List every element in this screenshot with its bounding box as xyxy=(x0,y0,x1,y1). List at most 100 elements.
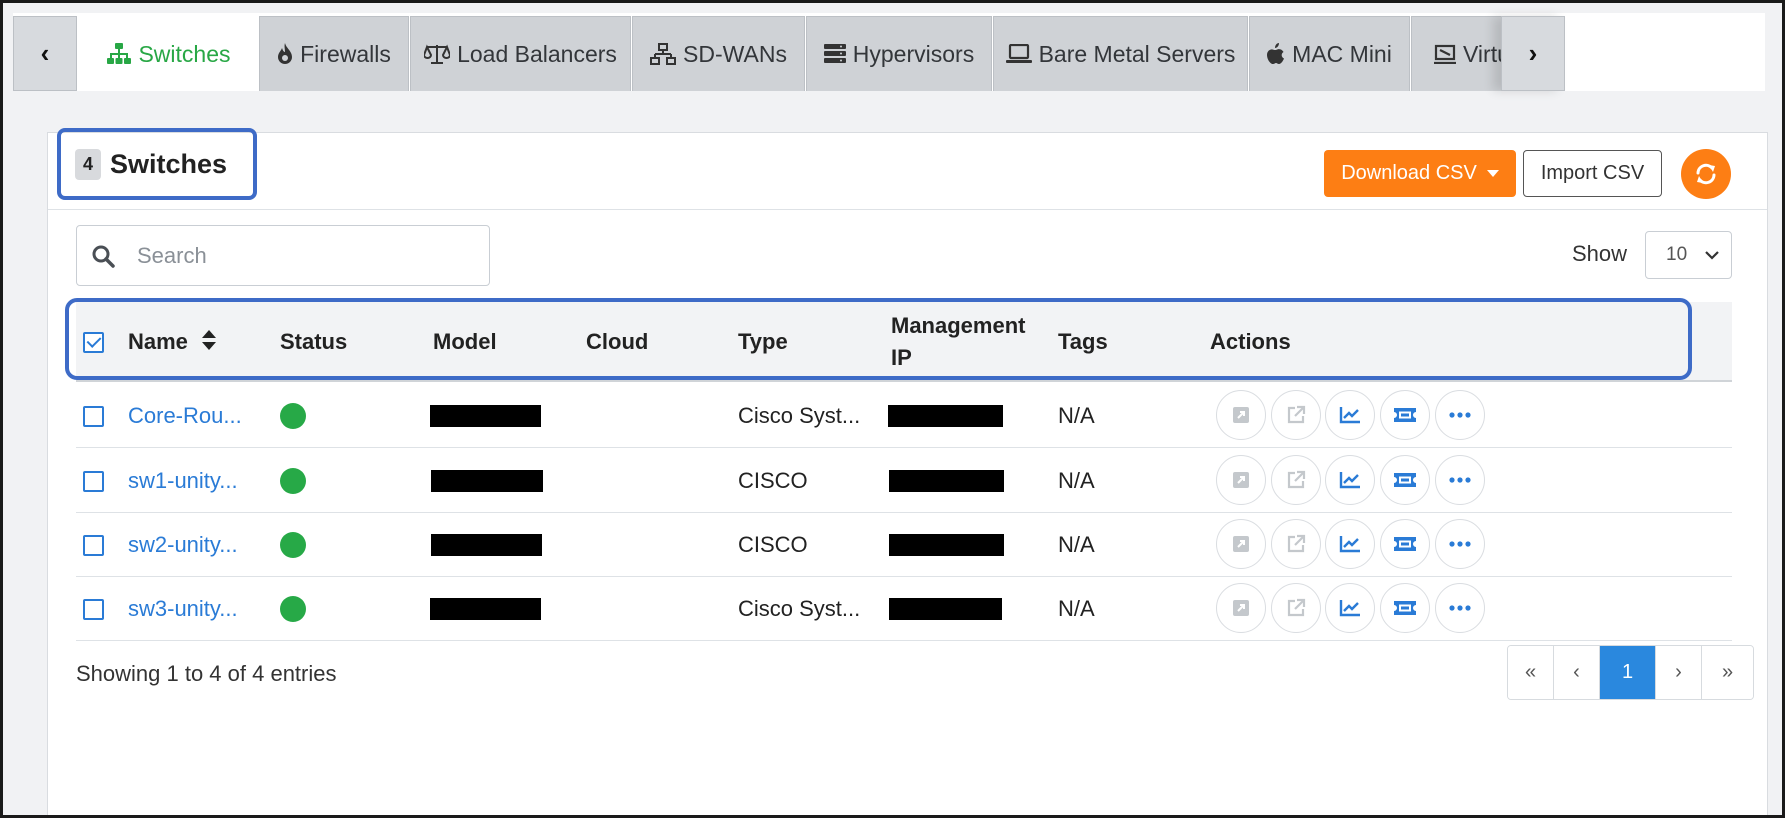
tab-mac-mini[interactable]: MAC Mini xyxy=(1249,16,1410,91)
table-row: sw3-unity... Cisco Syst... N/A xyxy=(76,577,1732,641)
tab-label: Firewalls xyxy=(300,40,391,67)
chevron-right-icon: › xyxy=(1528,38,1538,68)
external-link-icon[interactable] xyxy=(1271,519,1321,569)
switch-name-link[interactable]: Core-Rou... xyxy=(128,384,242,448)
ticket-icon[interactable] xyxy=(1380,519,1430,569)
switch-tags: N/A xyxy=(1058,532,1095,557)
ellipsis-icon[interactable] xyxy=(1435,390,1485,440)
resize-icon[interactable] xyxy=(1216,390,1266,440)
tab-bare-metal-servers[interactable]: Bare Metal Servers xyxy=(993,16,1248,91)
search-box xyxy=(76,225,490,286)
last-page-button[interactable]: » xyxy=(1702,646,1753,699)
chart-line-icon[interactable] xyxy=(1325,390,1375,440)
chart-line-icon[interactable] xyxy=(1325,519,1375,569)
page-title: Switches xyxy=(110,148,228,179)
switch-tags: N/A xyxy=(1058,403,1095,428)
sync-icon xyxy=(1694,162,1718,186)
entries-summary: Showing 1 to 4 of 4 entries xyxy=(76,661,337,686)
ticket-icon[interactable] xyxy=(1380,583,1430,633)
table-row: Core-Rou... Cisco Syst... N/A xyxy=(76,384,1732,448)
sitemap-icon xyxy=(107,43,132,65)
row-checkbox[interactable] xyxy=(83,471,104,492)
search-icon xyxy=(91,244,115,268)
switch-type: Cisco Syst... xyxy=(738,596,861,621)
row-checkbox[interactable] xyxy=(83,599,104,620)
card-header: 4 Switches Download CSV Import CSV xyxy=(48,128,1767,210)
management-ip-redacted xyxy=(889,577,1002,641)
download-csv-label: Download CSV xyxy=(1341,162,1477,184)
search-input[interactable] xyxy=(137,242,457,269)
switch-type: CISCO xyxy=(738,532,808,557)
previous-page-button[interactable]: ‹ xyxy=(1554,646,1600,699)
switch-name-link[interactable]: sw2-unity... xyxy=(128,513,238,577)
tab-label: Switches xyxy=(138,40,231,67)
table-row: sw1-unity... CISCO N/A xyxy=(76,449,1732,513)
switch-tags: N/A xyxy=(1058,468,1095,493)
next-page-button[interactable]: › xyxy=(1656,646,1702,699)
chart-line-icon[interactable] xyxy=(1325,583,1375,633)
resize-icon[interactable] xyxy=(1216,519,1266,569)
count-badge: 4 xyxy=(75,148,102,180)
resize-icon[interactable] xyxy=(1216,455,1266,505)
external-link-icon[interactable] xyxy=(1271,455,1321,505)
tab-scroll-right-button[interactable]: › xyxy=(1501,16,1565,91)
status-online-dot xyxy=(280,577,306,641)
external-link-icon[interactable] xyxy=(1271,583,1321,633)
switch-name-link[interactable]: sw3-unity... xyxy=(128,577,238,641)
resize-icon[interactable] xyxy=(1216,583,1266,633)
tab-scroll-left-button[interactable]: ‹ xyxy=(13,16,77,91)
laptop-icon xyxy=(1005,44,1032,64)
tab-virtual[interactable]: Virtu xyxy=(1411,16,1511,91)
import-csv-button[interactable]: Import CSV xyxy=(1523,150,1662,197)
model-redacted xyxy=(430,384,541,448)
table-row: sw2-unity... CISCO N/A xyxy=(76,513,1732,577)
status-online-dot xyxy=(280,384,306,448)
chevron-down-icon xyxy=(1705,250,1719,260)
tab-hypervisors[interactable]: Hypervisors xyxy=(806,16,992,91)
tab-sd-wans[interactable]: SD-WANs xyxy=(632,16,805,91)
app-frame: ‹ Switches Firewalls Load Balancers SD-W xyxy=(0,0,1785,818)
pagination: « ‹ 1 › » xyxy=(1507,645,1754,700)
tab-label: Hypervisors xyxy=(852,40,975,67)
switches-card: 4 Switches Download CSV Import CSV Searc… xyxy=(47,128,1768,815)
ticket-icon[interactable] xyxy=(1380,390,1430,440)
tab-load-balancers[interactable]: Load Balancers xyxy=(410,16,631,91)
tab-label: SD-WANs xyxy=(683,40,787,67)
apple-icon xyxy=(1267,43,1285,65)
status-online-dot xyxy=(280,449,306,513)
table-header-highlight xyxy=(65,298,1692,380)
chevron-left-icon: ‹ xyxy=(40,38,50,68)
row-checkbox[interactable] xyxy=(83,406,104,427)
ellipsis-icon[interactable] xyxy=(1435,583,1485,633)
switch-type: CISCO xyxy=(738,468,808,493)
management-ip-redacted xyxy=(888,384,1003,448)
balance-scale-icon xyxy=(424,43,451,65)
external-link-icon[interactable] xyxy=(1271,390,1321,440)
caret-down-icon xyxy=(1486,170,1499,177)
tab-switches[interactable]: Switches xyxy=(80,16,258,91)
show-label: Show xyxy=(1572,241,1628,266)
model-redacted xyxy=(431,513,542,577)
status-online-dot xyxy=(280,513,306,577)
virtual-icon xyxy=(1434,44,1456,64)
switch-name-link[interactable]: sw1-unity... xyxy=(128,449,238,513)
page-size-select[interactable]: 10 xyxy=(1645,231,1732,279)
page-size-value: 10 xyxy=(1666,244,1688,265)
row-checkbox[interactable] xyxy=(83,535,104,556)
ellipsis-icon[interactable] xyxy=(1435,519,1485,569)
first-page-button[interactable]: « xyxy=(1508,646,1554,699)
tab-label: Load Balancers xyxy=(457,40,617,67)
switch-tags: N/A xyxy=(1058,596,1095,621)
model-redacted xyxy=(431,449,543,513)
page-1-button[interactable]: 1 xyxy=(1600,646,1656,699)
chart-line-icon[interactable] xyxy=(1325,455,1375,505)
tab-firewalls[interactable]: Firewalls xyxy=(259,16,409,91)
ellipsis-icon[interactable] xyxy=(1435,455,1485,505)
ticket-icon[interactable] xyxy=(1380,455,1430,505)
switch-count-highlight: 4 Switches xyxy=(57,128,257,200)
import-csv-label: Import CSV xyxy=(1540,162,1645,184)
refresh-button[interactable] xyxy=(1681,149,1731,199)
download-csv-button[interactable]: Download CSV xyxy=(1324,150,1516,197)
server-icon xyxy=(823,44,846,64)
model-redacted xyxy=(430,577,541,641)
